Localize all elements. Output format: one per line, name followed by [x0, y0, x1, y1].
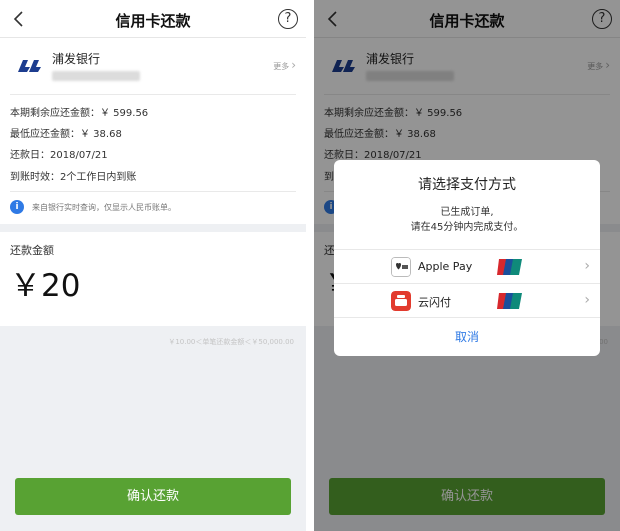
payment-option-label: 云闪付 [418, 296, 451, 309]
info-label: 到账时效： [10, 172, 60, 183]
payment-option-apple-pay[interactable]: Apple Pay › [334, 249, 600, 283]
chevron-right-icon: › [584, 258, 590, 274]
help-icon[interactable]: ? [278, 9, 298, 29]
bill-info: 本期剩余应还金额：￥ 599.56 最低应还金额：￥ 38.68 还款日：201… [0, 94, 306, 224]
info-row: 还款日：2018/07/21 [10, 146, 108, 161]
info-row: 本期剩余应还金额：￥ 599.56 [10, 104, 148, 119]
dialog-message: 请在45分钟内完成支付。 [410, 222, 524, 233]
bank-card-row[interactable]: 浦发银行 更多 › [0, 38, 306, 94]
amount-input[interactable]: ￥20 [10, 260, 80, 305]
more-link[interactable]: 更多 › [273, 58, 296, 72]
info-label: 还款日： [10, 150, 50, 161]
dialog-message: 已生成订单, [440, 207, 494, 218]
notice-text: 来自银行实时查询，仅显示人民币账单。 [32, 203, 176, 212]
nav-header: 信用卡还款 ? [0, 0, 306, 38]
info-value: ￥ 599.56 [100, 108, 149, 119]
payment-option-cloud-quickpass[interactable]: 云闪付 › [334, 283, 600, 317]
info-row: 到账时效：2个工作日内到账 [10, 168, 136, 183]
chevron-right-icon: › [584, 292, 590, 308]
bank-name: 浦发银行 [52, 52, 101, 66]
payment-option-label: Apple Pay [418, 260, 473, 273]
spdb-bank-logo-icon [18, 60, 41, 72]
more-label: 更多 [273, 62, 290, 71]
info-value: 2个工作日内到账 [60, 172, 137, 183]
divider [10, 191, 296, 192]
info-value: 2018/07/21 [50, 150, 108, 161]
info-value: ￥ 38.68 [80, 129, 122, 140]
amount-range-hint: ￥10.00＜单笔还款金额＜￥50,000.00 [168, 338, 294, 346]
info-label: 最低应还金额： [10, 129, 80, 140]
unionpay-logo-icon [497, 293, 522, 309]
confirm-repay-button[interactable]: 确认还款 [15, 478, 291, 515]
apple-pay-icon [391, 257, 411, 277]
page-title: 信用卡还款 [115, 12, 191, 30]
info-label: 本期剩余应还金额： [10, 108, 100, 119]
amount-section[interactable]: 还款金额 ￥20 [0, 232, 306, 326]
left-screen: 信用卡还款 ? 浦发银行 更多 › 本期剩余应还金额：￥ 599.56 最低应还金… [0, 0, 306, 531]
unionpay-logo-icon [497, 259, 522, 275]
divider [10, 94, 296, 95]
chevron-right-icon: › [291, 58, 296, 72]
masked-card-number [52, 71, 140, 81]
info-row: 最低应还金额：￥ 38.68 [10, 125, 122, 140]
amount-label: 还款金额 [10, 244, 54, 257]
cancel-button[interactable]: 取消 [334, 317, 600, 356]
cloud-quickpass-icon [391, 291, 411, 311]
dialog-title: 请选择支付方式 [418, 177, 516, 193]
payment-method-dialog: 请选择支付方式 已生成订单, 请在45分钟内完成支付。 Apple Pay › [334, 160, 600, 356]
info-icon: i [10, 200, 24, 214]
right-screen: 信用卡还款 ? 浦发银行 更多 › 本期剩余应还金额：￥ 599.56 最低应还金… [314, 0, 620, 531]
